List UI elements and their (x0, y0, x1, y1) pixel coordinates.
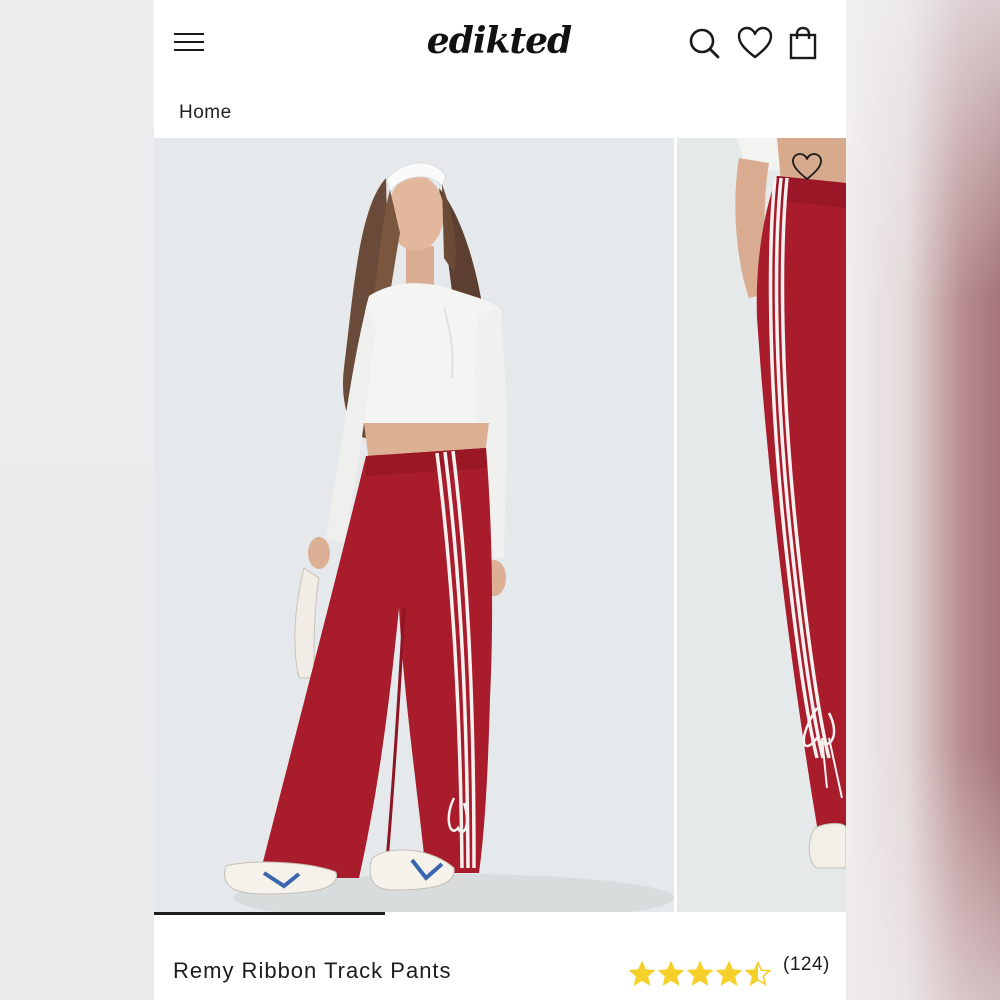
gallery-progress-fill (154, 912, 385, 915)
breadcrumb-home[interactable]: Home (179, 102, 232, 124)
top-header: edikted (154, 0, 846, 88)
blurred-background-right (846, 0, 1000, 1000)
gallery-progress-track (154, 912, 846, 916)
star-full-icon (687, 961, 713, 986)
star-full-icon (716, 961, 742, 986)
app-screen: edikted Home Remy Ribbon Track Pants (12… (154, 0, 846, 1000)
star-half-icon (745, 961, 771, 986)
star-full-icon (629, 961, 655, 986)
product-title: Remy Ribbon Track Pants (173, 958, 452, 983)
add-to-wishlist-heart-icon[interactable] (791, 152, 823, 182)
menu-icon[interactable] (172, 30, 206, 54)
product-rating[interactable]: (124) (629, 954, 830, 992)
rating-stars (629, 961, 771, 987)
blurred-background-left (0, 0, 154, 1000)
star-full-icon (658, 961, 684, 986)
review-count[interactable]: (124) (783, 954, 830, 976)
brand-logo[interactable]: edikted (404, 14, 594, 68)
wishlist-heart-icon[interactable] (737, 26, 773, 60)
model-front-photo[interactable] (154, 138, 674, 914)
model-side-photo[interactable] (677, 138, 846, 914)
shopping-bag-icon[interactable] (786, 26, 820, 60)
search-icon[interactable] (687, 26, 721, 60)
logo-text: edikted (426, 20, 572, 62)
product-image-gallery[interactable] (154, 138, 846, 916)
